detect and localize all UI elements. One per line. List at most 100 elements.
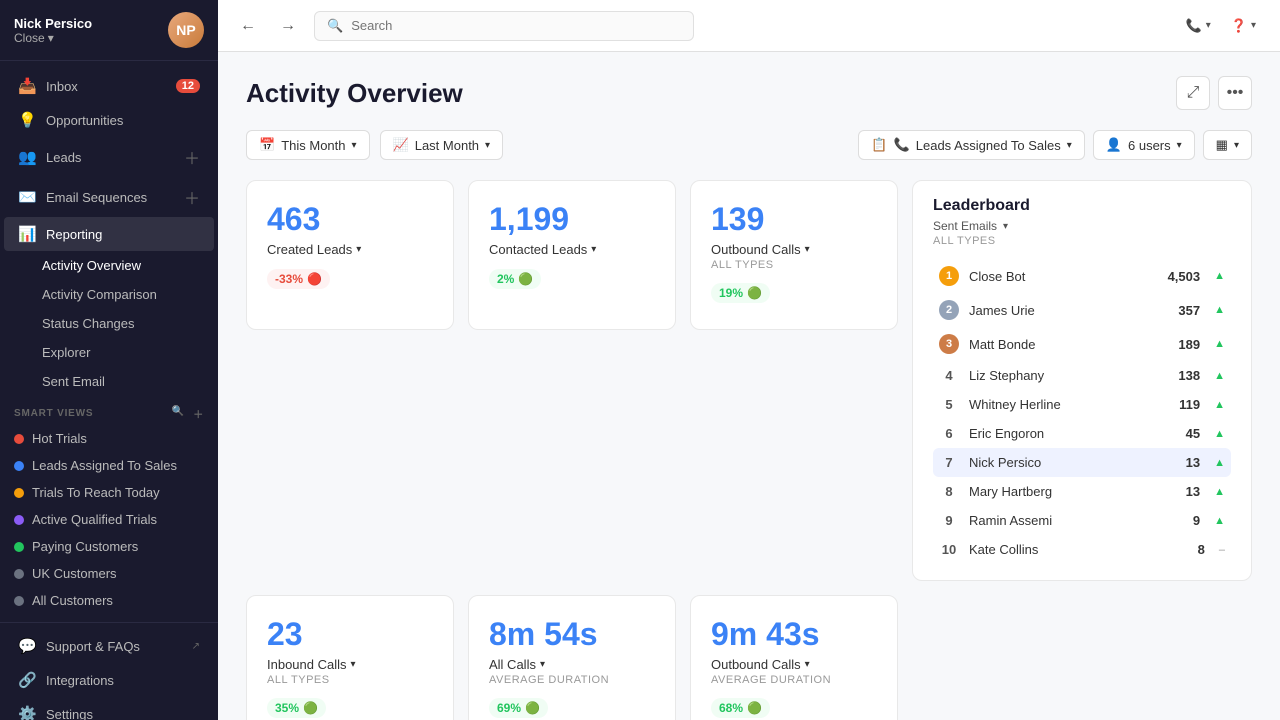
search-bar: 🔍 — [314, 11, 694, 41]
more-options-button[interactable]: ••• — [1218, 76, 1252, 110]
smart-view-hot-trials[interactable]: Hot Trials — [0, 425, 218, 452]
sidebar-sub-item-activity-overview[interactable]: Activity Overview — [0, 251, 218, 280]
sidebar-item-reporting[interactable]: 📊 Reporting — [4, 217, 214, 251]
sidebar-header: Nick Persico Close ▾ NP — [0, 0, 218, 61]
trend-icon: ▲ — [1214, 515, 1225, 527]
sidebar-item-opportunities[interactable]: 💡 Opportunities — [4, 103, 214, 137]
smart-view-all-customers[interactable]: All Customers — [0, 587, 218, 614]
search-icon: 🔍 — [327, 18, 343, 34]
metric-card-contacted-leads: 1,199 Contacted Leads ▾ 2% 🟢 — [468, 180, 676, 330]
help-dropdown-arrow: ▾ — [1251, 20, 1256, 31]
down-indicator: 🔴 — [307, 272, 322, 286]
leaderboard-filter[interactable]: Sent Emails ▾ — [933, 219, 1231, 233]
sidebar-item-inbox[interactable]: 📥 Inbox 12 — [4, 69, 214, 103]
leaderboard-rank: 2 — [939, 300, 959, 320]
sidebar-item-label: Leads — [46, 150, 81, 165]
leaderboard-name: Liz Stephany — [969, 368, 1168, 383]
opportunities-icon: 💡 — [18, 111, 36, 129]
add-sequence-icon[interactable]: ＋ — [184, 185, 200, 209]
sidebar-item-support[interactable]: 💬 Support & FAQs ↗ — [4, 629, 214, 663]
sidebar: Nick Persico Close ▾ NP 📥 Inbox 12 💡 Opp… — [0, 0, 218, 720]
view-dropdown-arrow: ▾ — [1234, 140, 1239, 151]
smart-view-active-qualified[interactable]: Active Qualified Trials — [0, 506, 218, 533]
trend-icon: – — [1219, 544, 1225, 556]
leaderboard-row: 2 James Urie 357 ▲ — [933, 293, 1231, 327]
sidebar-sub-item-activity-comparison[interactable]: Activity Comparison — [0, 280, 218, 309]
expand-button[interactable]: ⤢ — [1176, 76, 1210, 110]
help-button[interactable]: ❓ ▾ — [1223, 13, 1264, 39]
chevron-down-icon[interactable]: ▾ — [351, 659, 356, 670]
metric-label: Contacted Leads ▾ — [489, 242, 655, 257]
trend-icon: ▲ — [1214, 486, 1225, 498]
leaderboard-name: Close Bot — [969, 269, 1158, 284]
smart-view-trials-to-reach[interactable]: Trials To Reach Today — [0, 479, 218, 506]
sidebar-item-email-sequences[interactable]: ✉️ Email Sequences ＋ — [4, 177, 214, 217]
leaderboard-name: Mary Hartberg — [969, 484, 1176, 499]
leaderboard-row: 10 Kate Collins 8 – — [933, 535, 1231, 564]
smart-views-section: SMART VIEWS 🔍 ＋ — [0, 396, 218, 425]
content-header: Activity Overview ⤢ ••• — [246, 76, 1252, 110]
metric-value: 23 — [267, 616, 433, 653]
trend-icon: ▲ — [1214, 399, 1225, 411]
sidebar-item-leads[interactable]: 👥 Leads ＋ — [4, 137, 214, 177]
sidebar-item-label: Inbox — [46, 79, 78, 94]
sidebar-item-integrations[interactable]: 🔗 Integrations — [4, 663, 214, 697]
filters-bar: 📅 This Month ▾ 📈 Last Month ▾ 📋 📞 Leads … — [246, 130, 1252, 160]
leads-assigned-dot — [14, 461, 24, 471]
leaderboard-title: Leaderboard — [933, 197, 1231, 215]
header-actions: ⤢ ••• — [1176, 76, 1252, 110]
leaderboard-row: 5 Whitney Herline 119 ▲ — [933, 390, 1231, 419]
users-filter[interactable]: 👤 6 users ▾ — [1093, 130, 1195, 160]
back-button[interactable]: ← — [234, 12, 262, 40]
metric-label: Created Leads ▾ — [267, 242, 433, 257]
calendar-icon: 📅 — [259, 137, 275, 153]
close-button[interactable]: Close ▾ — [14, 31, 92, 45]
trend-icon: ▲ — [1214, 428, 1225, 440]
leaderboard-value: 45 — [1186, 426, 1200, 441]
smart-view-uk-customers[interactable]: UK Customers — [0, 560, 218, 587]
smart-view-paying-customers[interactable]: Paying Customers — [0, 533, 218, 560]
leaderboard-row: 3 Matt Bonde 189 ▲ — [933, 327, 1231, 361]
user-info: Nick Persico Close ▾ — [14, 16, 92, 45]
up-indicator: 🟢 — [518, 272, 533, 286]
all-customers-dot — [14, 596, 24, 606]
leaderboard-row: 4 Liz Stephany 138 ▲ — [933, 361, 1231, 390]
sidebar-item-settings[interactable]: ⚙️ Settings — [4, 697, 214, 720]
chevron-down-icon[interactable]: ▾ — [591, 244, 596, 255]
integrations-icon: 🔗 — [18, 671, 36, 689]
chevron-down-icon[interactable]: ▾ — [356, 244, 361, 255]
sidebar-sub-item-explorer[interactable]: Explorer — [0, 338, 218, 367]
add-lead-icon[interactable]: ＋ — [184, 145, 200, 169]
metric-label: Outbound Calls ▾ — [711, 657, 877, 672]
metric-card-inbound-calls: 23 Inbound Calls ▾ ALL TYPES 35% 🟢 — [246, 595, 454, 720]
phone-button[interactable]: 📞 ▾ — [1178, 13, 1219, 39]
settings-icon: ⚙️ — [18, 705, 36, 720]
metric-value: 8m 54s — [489, 616, 655, 653]
search-input[interactable] — [351, 18, 681, 33]
view-toggle-button[interactable]: ▦ ▾ — [1203, 130, 1252, 160]
search-icon[interactable]: 🔍 — [172, 406, 185, 421]
chevron-down-icon[interactable]: ▾ — [805, 244, 810, 255]
this-month-filter[interactable]: 📅 This Month ▾ — [246, 130, 370, 160]
sidebar-sub-item-sent-email[interactable]: Sent Email — [0, 367, 218, 396]
main-content: ← → 🔍 📞 ▾ ❓ ▾ Activity Overview ⤢ ••• — [218, 0, 1280, 720]
leads-filter[interactable]: 📋 📞 Leads Assigned To Sales ▾ — [858, 130, 1084, 160]
hot-trials-dot — [14, 434, 24, 444]
metric-badge: 68% 🟢 — [711, 698, 770, 718]
leaderboard-rank: 9 — [939, 513, 959, 528]
chevron-down-icon[interactable]: ▾ — [805, 659, 810, 670]
trend-icon: ▲ — [1214, 370, 1225, 382]
sidebar-sub-item-status-changes[interactable]: Status Changes — [0, 309, 218, 338]
smart-view-leads-assigned[interactable]: Leads Assigned To Sales — [0, 452, 218, 479]
trend-icon: ▲ — [1214, 457, 1225, 469]
trials-to-reach-dot — [14, 488, 24, 498]
sidebar-bottom: 💬 Support & FAQs ↗ 🔗 Integrations ⚙️ Set… — [0, 622, 218, 720]
metric-card-created-leads: 463 Created Leads ▾ -33% 🔴 — [246, 180, 454, 330]
add-smart-view-icon[interactable]: ＋ — [193, 406, 204, 421]
sidebar-item-label: Reporting — [46, 227, 102, 242]
up-indicator: 🟢 — [525, 701, 540, 715]
last-month-filter[interactable]: 📈 Last Month ▾ — [380, 130, 504, 160]
leaderboard-value: 189 — [1178, 337, 1200, 352]
chevron-down-icon[interactable]: ▾ — [540, 659, 545, 670]
forward-button[interactable]: → — [274, 12, 302, 40]
